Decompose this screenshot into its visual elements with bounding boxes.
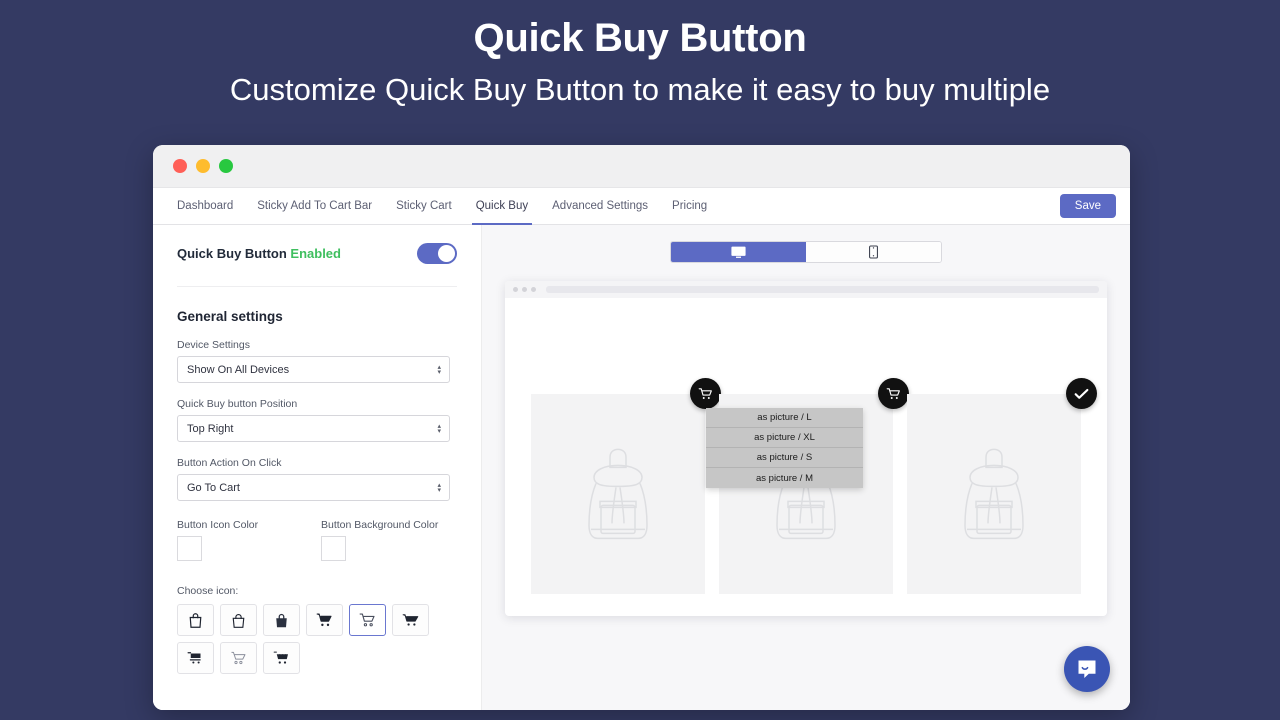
toggle-knob xyxy=(438,245,455,262)
app-window: Dashboard Sticky Add To Cart Bar Sticky … xyxy=(153,145,1130,710)
icon-color-label: Button Icon Color xyxy=(177,519,259,531)
chevron-updown-icon: ▴ ▾ xyxy=(437,363,441,376)
preview-panel: as picture / L as picture / XL as pictur… xyxy=(482,225,1130,710)
app-content: Quick Buy Button Enabled General setting… xyxy=(153,225,1130,710)
product-card[interactable]: as picture / L as picture / XL as pictur… xyxy=(706,378,909,594)
quick-buy-badge[interactable] xyxy=(690,378,721,409)
icon-chooser-grid xyxy=(177,604,450,674)
background-color-label: Button Background Color xyxy=(321,519,439,531)
device-preview-toggle xyxy=(670,241,942,263)
page-title: Quick Buy Button xyxy=(473,16,807,60)
save-button[interactable]: Save xyxy=(1059,194,1116,218)
button-action-label: Button Action On Click xyxy=(177,457,282,469)
settings-panel: Quick Buy Button Enabled General setting… xyxy=(153,225,482,710)
button-action-field: Button Action On Click Go To Cart ▴ ▾ xyxy=(177,457,457,501)
general-settings-section: General settings Device Settings Show On… xyxy=(153,287,481,674)
cart-icon xyxy=(698,387,712,399)
chevron-updown-icon: ▴ ▾ xyxy=(437,481,441,494)
variant-option[interactable]: as picture / S xyxy=(706,448,863,468)
choose-icon-label: Choose icon: xyxy=(177,585,239,597)
button-action-select[interactable]: Go To Cart ▴ ▾ xyxy=(177,474,450,501)
background-color-picker[interactable] xyxy=(321,536,346,561)
device-settings-select[interactable]: Show On All Devices ▴ ▾ xyxy=(177,356,450,383)
intercom-chat-button[interactable] xyxy=(1064,646,1110,692)
chat-bubble-icon xyxy=(1078,660,1096,678)
handbag-filled-icon xyxy=(276,613,287,627)
page-subtitle: Customize Quick Buy Button to make it ea… xyxy=(229,72,1051,107)
mobile-view-button[interactable] xyxy=(806,242,941,262)
backpack-placeholder-icon xyxy=(964,448,1024,540)
preview-dot xyxy=(513,287,518,292)
variant-option[interactable]: as picture / XL xyxy=(706,428,863,448)
device-settings-label: Device Settings xyxy=(177,339,250,351)
icon-option-tote-bag-outline[interactable] xyxy=(220,604,257,636)
icon-color-block: Button Icon Color xyxy=(177,519,321,566)
button-action-value: Go To Cart xyxy=(187,481,240,494)
cart-basket-icon xyxy=(273,651,288,664)
shopping-cart-outline-icon xyxy=(359,613,375,627)
button-position-label: Quick Buy button Position xyxy=(177,398,298,410)
icon-option-handbag-filled[interactable] xyxy=(263,604,300,636)
tote-bag-outline-icon xyxy=(232,613,245,628)
icon-option-cart-basket[interactable] xyxy=(263,642,300,674)
backpack-placeholder-icon xyxy=(588,448,648,540)
preview-browser-chrome xyxy=(505,281,1107,298)
tab-quick-buy[interactable]: Quick Buy xyxy=(464,188,540,225)
tab-dashboard[interactable]: Dashboard xyxy=(165,188,245,224)
main-navigation: Dashboard Sticky Add To Cart Bar Sticky … xyxy=(153,188,1130,225)
button-position-field: Quick Buy button Position Top Right ▴ ▾ xyxy=(177,398,457,442)
variant-option[interactable]: as picture / M xyxy=(706,468,863,488)
hero-header: Quick Buy Button Customize Quick Buy But… xyxy=(0,0,1280,110)
button-position-value: Top Right xyxy=(187,422,234,435)
icon-option-shopping-cart-solid[interactable] xyxy=(392,604,429,636)
preview-address-bar xyxy=(546,286,1099,293)
window-close-button[interactable] xyxy=(173,159,187,173)
preview-dot xyxy=(531,287,536,292)
variant-option[interactable]: as picture / L xyxy=(706,408,863,428)
variant-dropdown: as picture / L as picture / XL as pictur… xyxy=(706,408,863,488)
mobile-icon xyxy=(869,245,878,259)
window-minimize-button[interactable] xyxy=(196,159,210,173)
chevron-updown-icon: ▴ ▾ xyxy=(437,422,441,435)
window-maximize-button[interactable] xyxy=(219,159,233,173)
quick-buy-enable-card: Quick Buy Button Enabled xyxy=(177,239,457,287)
quick-buy-badge[interactable] xyxy=(878,378,909,409)
general-settings-heading: General settings xyxy=(177,309,283,324)
icon-option-shopping-cart-outline[interactable] xyxy=(349,604,386,636)
monitor-icon xyxy=(731,246,746,258)
icon-color-picker[interactable] xyxy=(177,536,202,561)
window-titlebar xyxy=(153,145,1130,188)
device-settings-field: Device Settings Show On All Devices ▴ ▾ xyxy=(177,339,457,383)
cart-icon xyxy=(886,387,900,399)
icon-option-cart-flat[interactable] xyxy=(177,642,214,674)
storefront-preview: as picture / L as picture / XL as pictur… xyxy=(505,281,1107,616)
tab-sticky-cart[interactable]: Sticky Cart xyxy=(384,188,464,224)
shopping-cart-solid-icon xyxy=(402,614,418,626)
shopping-bag-icon xyxy=(189,612,202,628)
icon-option-cart-thin-outline[interactable] xyxy=(220,642,257,674)
enable-title: Quick Buy Button xyxy=(177,246,287,261)
check-icon xyxy=(1074,388,1089,399)
enable-label: Quick Buy Button Enabled xyxy=(177,246,341,261)
icon-option-shopping-cart-filled[interactable] xyxy=(306,604,343,636)
cart-flat-icon xyxy=(187,652,201,664)
desktop-view-button[interactable] xyxy=(671,242,806,262)
tab-advanced-settings[interactable]: Advanced Settings xyxy=(540,188,660,224)
quick-buy-toggle[interactable] xyxy=(417,243,457,264)
tab-pricing[interactable]: Pricing xyxy=(660,188,719,224)
shopping-cart-filled-icon xyxy=(316,613,332,627)
button-position-select[interactable]: Top Right ▴ ▾ xyxy=(177,415,450,442)
tab-sticky-add-to-cart-bar[interactable]: Sticky Add To Cart Bar xyxy=(245,188,384,224)
product-grid: as picture / L as picture / XL as pictur… xyxy=(505,298,1107,594)
status-badge: Enabled xyxy=(290,246,341,261)
background-color-block: Button Background Color xyxy=(321,519,438,566)
icon-option-shopping-bag[interactable] xyxy=(177,604,214,636)
added-to-cart-badge[interactable] xyxy=(1066,378,1097,409)
product-card[interactable] xyxy=(531,378,721,594)
color-settings-row: Button Icon Color Button Background Colo… xyxy=(177,519,457,566)
cart-thin-outline-icon xyxy=(231,651,245,665)
preview-dot xyxy=(522,287,527,292)
device-settings-value: Show On All Devices xyxy=(187,363,290,376)
product-card[interactable] xyxy=(907,378,1097,594)
